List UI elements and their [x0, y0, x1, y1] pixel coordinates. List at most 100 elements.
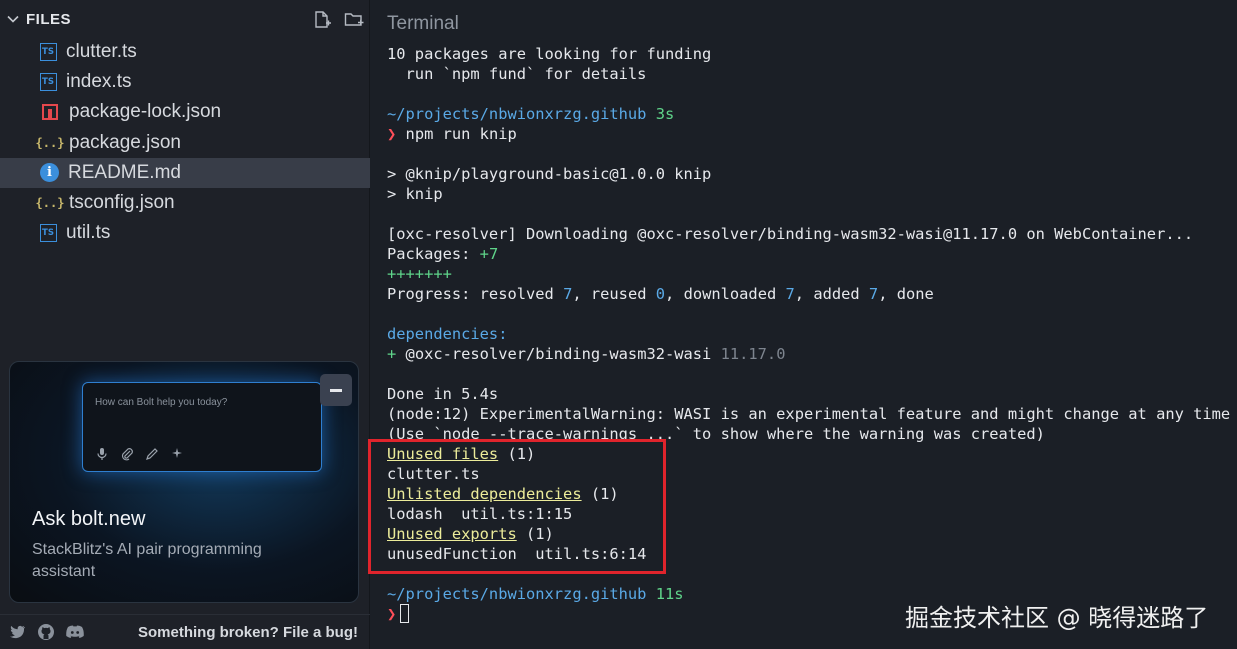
discord-icon[interactable] — [65, 623, 84, 641]
terminal-line: Packages: +7 — [387, 244, 1232, 264]
terminal-line: Done in 5.4s — [387, 385, 499, 403]
info-file-icon: i — [40, 163, 59, 183]
sparkles-icon — [170, 447, 184, 461]
prompt-preview-box: How can Bolt help you today? — [82, 382, 322, 472]
progress-text: , downloaded — [665, 285, 786, 303]
knip-section-heading: Unused files — [387, 445, 499, 463]
terminal-line: lodash util.ts:1:15 — [387, 505, 573, 523]
dependency-version: 11.17.0 — [711, 345, 786, 363]
files-header[interactable]: FILES — [0, 0, 370, 38]
npm-lock-file-icon — [42, 104, 58, 121]
terminal-line: +++++++ — [387, 265, 452, 283]
packages-count: +7 — [479, 245, 499, 263]
added-marker: + — [387, 345, 406, 363]
file-list: TS clutter.ts TS index.ts package-lock.j… — [0, 37, 370, 248]
file-name: index.ts — [66, 71, 132, 93]
terminal-panel[interactable]: Terminal 10 packages are looking for fun… — [371, 0, 1237, 649]
new-file-icon[interactable] — [312, 10, 332, 30]
progress-text: , added — [794, 285, 869, 303]
prompt-placeholder: How can Bolt help you today? — [95, 397, 228, 408]
terminal-line: dependencies: — [387, 325, 508, 343]
file-item-package-lock-json[interactable]: package-lock.json — [0, 97, 370, 127]
terminal-line: + @oxc-resolver/binding-wasm32-wasi 11.1… — [387, 344, 1232, 364]
terminal-line: Unused files (1) — [387, 444, 1232, 464]
pencil-icon — [145, 447, 159, 461]
twitter-icon[interactable] — [9, 623, 27, 641]
terminal-line: Unused exports (1) — [387, 524, 1232, 544]
command-duration: 11s — [655, 585, 684, 603]
file-item-readme-md[interactable]: i README.md — [0, 157, 370, 188]
terminal-line: run `npm fund` for details — [387, 65, 647, 83]
file-item-clutter-ts[interactable]: TS clutter.ts — [0, 37, 370, 67]
file-a-bug-link[interactable]: Something broken? File a bug! — [138, 624, 358, 641]
terminal-line: > knip — [387, 185, 443, 203]
terminal-line: ~/projects/nbwionxrzg.github 3s — [387, 104, 1232, 124]
terminal-cursor[interactable] — [400, 604, 410, 623]
ask-bolt-promo-card[interactable]: How can Bolt help you today? Ask bolt.ne… — [9, 361, 359, 603]
terminal-line: (Use `node --trace-warnings ...` to show… — [387, 425, 1045, 443]
progress-value: 7 — [563, 285, 573, 303]
file-name: clutter.ts — [66, 41, 137, 63]
terminal-line: (node:12) ExperimentalWarning: WASI is a… — [387, 405, 1231, 423]
knip-count: (1) — [498, 445, 536, 463]
terminal-line: [oxc-resolver] Downloading @oxc-resolver… — [387, 225, 1194, 243]
terminal-output[interactable]: 10 packages are looking for funding run … — [387, 44, 1232, 624]
progress-value: 7 — [785, 285, 795, 303]
files-header-title: FILES — [26, 10, 72, 28]
microphone-icon — [95, 447, 109, 461]
file-item-util-ts[interactable]: TS util.ts — [0, 218, 370, 248]
file-item-tsconfig-json[interactable]: {..} tsconfig.json — [0, 188, 370, 218]
command-duration: 3s — [655, 105, 675, 123]
file-name: util.ts — [66, 222, 111, 244]
file-name: package.json — [69, 131, 181, 153]
typescript-file-icon: TS — [40, 224, 57, 243]
progress-value: 0 — [655, 285, 666, 303]
terminal-line: 10 packages are looking for funding — [387, 45, 712, 63]
terminal-line: clutter.ts — [387, 465, 480, 483]
json-file-icon: {..} — [35, 196, 65, 211]
cwd-path: ~/projects/nbwionxrzg.github — [387, 585, 647, 603]
promo-subtitle: StackBlitz's AI pair programming assista… — [32, 541, 262, 580]
terminal-line: Progress: resolved 7, reused 0, download… — [387, 284, 1232, 304]
json-file-icon: {..} — [35, 135, 65, 150]
minus-icon — [330, 388, 342, 392]
progress-text: Progress: resolved — [387, 285, 564, 303]
command-text: npm run knip — [396, 125, 517, 143]
file-explorer-sidebar: FILES TS clutter.ts TS index.ts package-… — [0, 0, 370, 649]
file-item-package-json[interactable]: {..} package.json — [0, 128, 370, 158]
watermark: 掘金技术社区 @ 晓得迷路了 — [905, 604, 1209, 632]
file-item-index-ts[interactable]: TS index.ts — [0, 67, 370, 97]
knip-count: (1) — [516, 525, 554, 543]
prompt-icon: ❯ — [387, 605, 397, 623]
cwd-path: ~/projects/nbwionxrzg.github — [387, 105, 647, 123]
file-name: package-lock.json — [69, 101, 222, 123]
terminal-title: Terminal — [387, 13, 459, 34]
paperclip-icon — [120, 447, 134, 461]
file-name: tsconfig.json — [69, 192, 175, 214]
dependency-name: @oxc-resolver/binding-wasm32-wasi — [405, 345, 712, 363]
knip-count: (1) — [581, 485, 619, 503]
promo-title: Ask bolt.new — [32, 508, 146, 530]
knip-section-heading: Unused exports — [387, 525, 517, 543]
terminal-line: ❯ npm run knip — [387, 124, 1232, 144]
file-name: README.md — [68, 161, 181, 183]
terminal-line: Unlisted dependencies (1) — [387, 484, 1232, 504]
knip-section-heading: Unlisted dependencies — [387, 485, 582, 503]
typescript-file-icon: TS — [40, 43, 57, 62]
progress-text: , reused — [572, 285, 656, 303]
packages-label: Packages: — [387, 245, 480, 263]
progress-value: 7 — [868, 285, 879, 303]
new-folder-icon[interactable] — [344, 10, 364, 30]
github-icon[interactable] — [37, 623, 55, 641]
typescript-file-icon: TS — [40, 73, 57, 92]
minimize-button[interactable] — [320, 374, 352, 406]
terminal-line: unusedFunction util.ts:6:14 — [387, 545, 647, 563]
chevron-down-icon[interactable] — [6, 12, 20, 26]
terminal-line: > @knip/playground-basic@1.0.0 knip — [387, 165, 712, 183]
